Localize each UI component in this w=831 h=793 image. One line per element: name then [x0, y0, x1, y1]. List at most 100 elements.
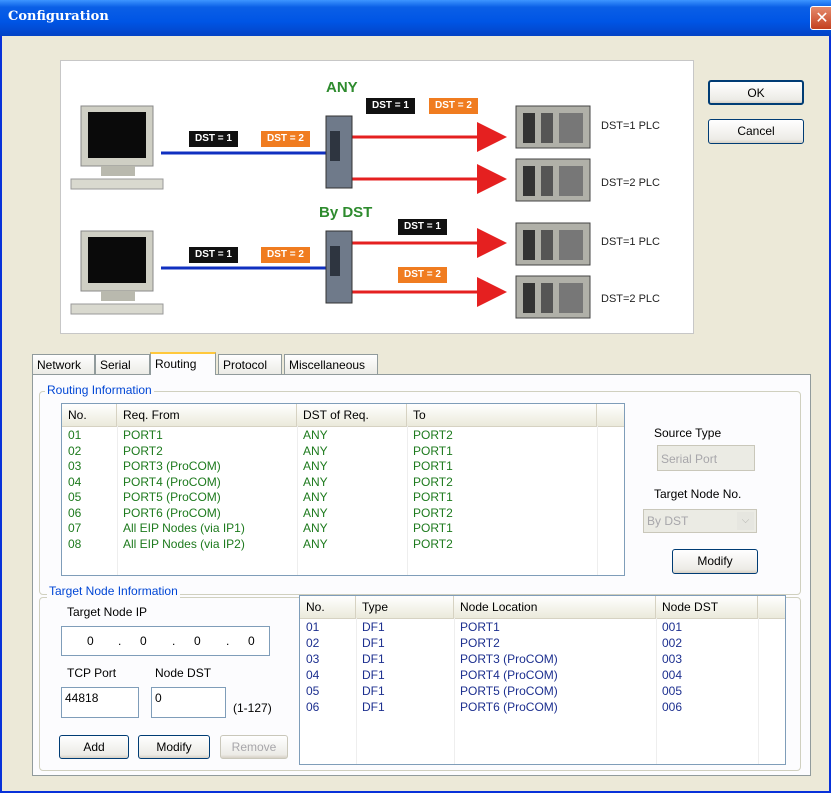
dst-tag: DST = 1 — [398, 219, 447, 235]
table-cell: 004 — [662, 668, 683, 682]
dst-tag: DST = 2 — [261, 131, 310, 147]
column-header[interactable]: Type — [356, 596, 454, 618]
table-cell: PORT4 (ProCOM) — [460, 668, 558, 682]
ip-octet-1: 0 — [87, 634, 94, 648]
routing-tab-panel: Routing Information No. Req. From DST of… — [32, 374, 811, 776]
table-cell: 002 — [662, 636, 683, 650]
tab-network[interactable]: Network — [32, 354, 95, 374]
table-row[interactable]: 07 All EIP Nodes (via IP1) ANY PORT1 — [62, 521, 624, 536]
tab-routing[interactable]: Routing — [150, 352, 216, 375]
target-node-no-label: Target Node No. — [654, 487, 742, 501]
table-cell: PORT1 — [413, 490, 453, 504]
table-cell: PORT1 — [123, 428, 163, 442]
column-header[interactable]: Node Location — [454, 596, 656, 618]
table-row[interactable]: 05 PORT5 (ProCOM) ANY PORT1 — [62, 490, 624, 505]
table-cell: 005 — [662, 684, 683, 698]
table-cell: 01 — [306, 620, 320, 634]
target-node-no-value: By DST — [647, 514, 689, 528]
table-cell: DF1 — [362, 700, 385, 714]
plc-icon — [515, 105, 591, 149]
table-cell: PORT2 — [123, 443, 163, 458]
column-header[interactable]: No. — [300, 596, 356, 618]
dst-tag: DST = 1 — [189, 131, 238, 147]
table-row[interactable]: 01 DF1 PORT1 001 — [300, 620, 785, 635]
cancel-button[interactable]: Cancel — [708, 119, 804, 144]
title-bar[interactable]: Configuration ✕ — [0, 0, 831, 36]
table-row[interactable]: 01 PORT1 ANY PORT2 — [62, 428, 624, 443]
table-cell: PORT1 — [413, 443, 453, 458]
table-cell: PORT1 — [460, 620, 500, 634]
routing-table[interactable]: No. Req. From DST of Req. To 01 PORT1 ANY P… — [61, 403, 625, 576]
table-row[interactable]: 04 DF1 PORT4 (ProCOM) 004 — [300, 668, 785, 683]
plc-icon — [515, 158, 591, 202]
tcp-port-field[interactable]: 44818 — [61, 687, 139, 718]
computer-icon — [70, 230, 164, 315]
source-type-field: Serial Port — [657, 445, 755, 471]
routing-modify-button[interactable]: Modify — [672, 549, 758, 574]
target-node-no-select: By DST ⌵ — [643, 509, 757, 533]
mode-any-label: ANY — [326, 79, 358, 96]
table-row[interactable]: 08 All EIP Nodes (via IP2) ANY PORT2 — [62, 537, 624, 552]
table-row[interactable]: 03 PORT3 (ProCOM) ANY PORT1 — [62, 459, 624, 474]
configuration-dialog: Configuration ✕ ANY By DST DST = 1 DST =… — [0, 0, 831, 793]
column-header[interactable]: Req. From — [117, 404, 297, 426]
target-node-table[interactable]: No. Type Node Location Node DST 01 DF1 POR… — [299, 595, 786, 765]
column-header[interactable]: No. — [62, 404, 117, 426]
target-node-table-header: No. Type Node Location Node DST — [300, 596, 785, 619]
routing-table-header: No. Req. From DST of Req. To — [62, 404, 624, 427]
add-button[interactable]: Add — [59, 735, 129, 759]
close-icon: ✕ — [815, 8, 829, 27]
plc-label: DST=1 PLC — [601, 120, 660, 132]
table-cell: PORT5 (ProCOM) — [123, 490, 221, 504]
table-cell: DF1 — [362, 620, 385, 634]
table-cell: PORT6 (ProCOM) — [460, 700, 558, 714]
close-button[interactable]: ✕ — [810, 6, 831, 30]
dst-tag: DST = 2 — [429, 98, 478, 114]
table-cell: PORT2 — [460, 636, 500, 650]
table-cell: DF1 — [362, 668, 385, 682]
table-cell: 03 — [68, 459, 82, 473]
dst-tag: DST = 2 — [261, 247, 310, 263]
target-node-ip-field[interactable]: 0 . 0 . 0 . 0 — [61, 626, 270, 656]
table-cell: 006 — [662, 700, 683, 714]
table-cell: PORT6 (ProCOM) — [123, 505, 221, 520]
table-cell: 05 — [68, 490, 82, 504]
table-cell: 02 — [306, 636, 320, 650]
column-header[interactable]: Node DST — [656, 596, 758, 618]
routing-diagram: ANY By DST DST = 1 DST = 2 DST = 1 DST =… — [60, 60, 694, 334]
tab-protocol[interactable]: Protocol — [218, 354, 282, 374]
table-row[interactable]: 02 DF1 PORT2 002 — [300, 636, 785, 651]
tab-serial[interactable]: Serial — [95, 354, 150, 374]
ok-button[interactable]: OK — [708, 80, 804, 105]
table-cell: PORT2 — [413, 536, 453, 551]
ip-octet-4: 0 — [248, 634, 255, 648]
table-row[interactable]: 02 PORT2 ANY PORT1 — [62, 444, 624, 459]
node-dst-field[interactable]: 0 — [151, 687, 226, 718]
window-title: Configuration — [8, 9, 109, 24]
mode-by-dst-label: By DST — [319, 204, 373, 221]
table-cell: 003 — [662, 652, 683, 666]
dst-tag: DST = 1 — [366, 98, 415, 114]
table-cell: PORT4 (ProCOM) — [123, 474, 221, 489]
table-cell: ANY — [303, 474, 328, 489]
table-cell: DF1 — [362, 636, 385, 650]
table-cell: ANY — [303, 521, 328, 535]
dst-tag: DST = 2 — [398, 267, 447, 283]
target-node-ip-label: Target Node IP — [67, 605, 148, 619]
target-modify-button[interactable]: Modify — [138, 735, 210, 759]
table-row[interactable]: 04 PORT4 (ProCOM) ANY PORT2 — [62, 475, 624, 490]
tab-miscellaneous[interactable]: Miscellaneous — [284, 354, 378, 374]
table-row[interactable]: 03 DF1 PORT3 (ProCOM) 003 — [300, 652, 785, 667]
table-cell: 03 — [306, 652, 320, 666]
table-cell: PORT2 — [413, 505, 453, 520]
column-header[interactable]: To — [407, 404, 597, 426]
table-cell: ANY — [303, 428, 328, 442]
table-row[interactable]: 05 DF1 PORT5 (ProCOM) 005 — [300, 684, 785, 699]
table-row[interactable]: 06 PORT6 (ProCOM) ANY PORT2 — [62, 506, 624, 521]
column-header[interactable]: DST of Req. — [297, 404, 407, 426]
table-cell: 05 — [306, 684, 320, 698]
table-row[interactable]: 06 DF1 PORT6 (ProCOM) 006 — [300, 700, 785, 715]
table-cell: PORT2 — [413, 428, 453, 442]
plc-icon — [515, 275, 591, 319]
plc-label: DST=2 PLC — [601, 293, 660, 305]
